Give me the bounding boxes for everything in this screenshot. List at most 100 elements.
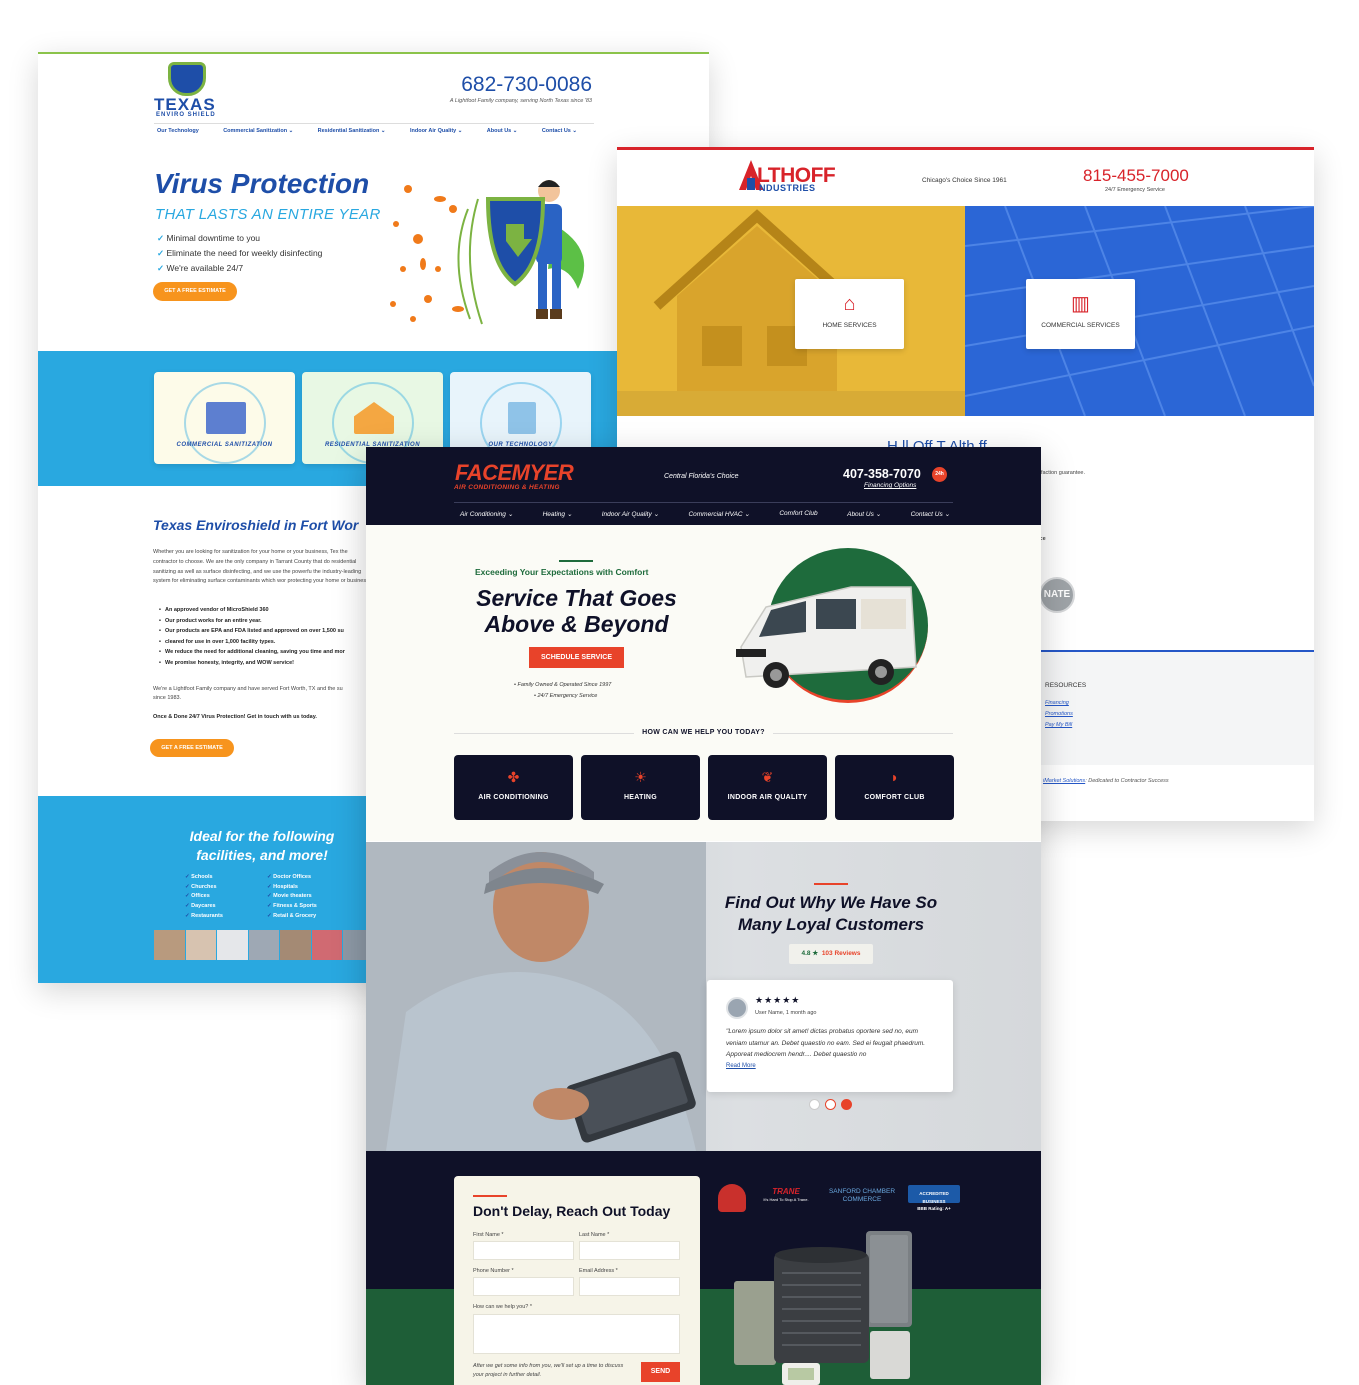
nav-item-heating[interactable]: Heating ⌄ [543, 510, 573, 518]
fact-item: • 24/7 Emergency Service [534, 693, 598, 699]
nav-item-our-technology[interactable]: Our Technology [157, 128, 199, 134]
first-name-label: First Name * [473, 1232, 504, 1238]
last-name-label: Last Name * [579, 1232, 610, 1238]
free-estimate-button[interactable]: GET A FREE ESTIMATE [153, 282, 237, 301]
heating-card[interactable]: ☀ HEATING [581, 755, 700, 820]
message-field[interactable] [473, 1314, 680, 1354]
benefit-item: Our product works for an entire year. [159, 616, 373, 627]
phone-label: Phone Number * [473, 1268, 514, 1274]
logo-sub: ENVIRO SHIELD [156, 112, 216, 118]
check-item: Eliminate the need for weekly disinfecti… [157, 246, 322, 261]
home-services-card[interactable]: ⌂ HOME SERVICES [795, 279, 904, 349]
facility-item: Daycares [185, 902, 223, 912]
form-note: After we get some info from you, we'll s… [473, 1363, 624, 1378]
nav-item-contact[interactable]: Contact Us ⌄ [911, 510, 950, 518]
nav-item-commercial[interactable]: Commercial Sanitization ⌄ [223, 128, 293, 134]
facility-item: Restaurants [185, 912, 223, 922]
facility-item: Doctor Offices [267, 873, 317, 883]
carousel-dot[interactable] [809, 1099, 820, 1110]
facemyer-logo[interactable]: FACEMYER [455, 460, 574, 486]
air-conditioning-card[interactable]: ✤ AIR CONDITIONING [454, 755, 573, 820]
main-nav: Our Technology Commercial Sanitization ⌄… [157, 128, 577, 134]
benefit-item: We reduce the need for additional cleani… [159, 647, 373, 658]
footer-link-pay-bill[interactable]: Pay My Bill [1045, 722, 1072, 728]
indoor-air-quality-card[interactable]: ❦ INDOOR AIR QUALITY [708, 755, 827, 820]
nav-item-indoor-air[interactable]: Indoor Air Quality ⌄ [602, 510, 659, 518]
hvac-equipment-image [734, 1231, 912, 1385]
reviews-title: Find Out Why We Have So Many Loyal Custo… [724, 893, 938, 934]
nav-item-residential[interactable]: Residential Sanitization ⌄ [318, 128, 386, 134]
nav-item-air-conditioning[interactable]: Air Conditioning ⌄ [460, 510, 513, 518]
email-label: Email Address * [579, 1268, 618, 1274]
review-author: User Name, 1 month ago [755, 1010, 817, 1016]
leaf-icon: ❦ [761, 769, 774, 785]
credit-text: : Dedicated to Contractor Success [1085, 778, 1169, 784]
benefit-item: An approved vendor of MicroShield 360 [159, 605, 373, 616]
bbb-badge: ACCREDITED BUSINESS BBB Rating: A+ [908, 1185, 960, 1211]
reviews-accent-rule [814, 883, 848, 885]
comfort-club-card[interactable]: ◗ COMFORT CLUB [835, 755, 954, 820]
nav-item-indoor-air[interactable]: Indoor Air Quality ⌄ [410, 128, 462, 134]
fan-icon: ✤ [507, 769, 520, 785]
credit-link[interactable]: iMarket Solutions [1043, 778, 1085, 784]
review-card: ★★★★★ User Name, 1 month ago "Lorem ipsu… [707, 980, 953, 1092]
commercial-sanitization-card[interactable]: COMMERCIAL SANITIZATION [154, 372, 295, 464]
phone-number[interactable]: 682-730-0086 [448, 73, 592, 97]
footer-link-promotions[interactable]: Promotions [1045, 711, 1073, 717]
emergency-label: 24/7 Emergency Service [1105, 187, 1165, 193]
building-icon: ▥ [1071, 293, 1090, 315]
send-button[interactable]: SEND [641, 1362, 680, 1382]
main-nav: Air Conditioning ⌄ Heating ⌄ Indoor Air … [460, 510, 950, 518]
footer-credit: iMarket Solutions: Dedicated to Contract… [1043, 778, 1169, 784]
carousel-dot[interactable] [825, 1099, 836, 1110]
phone-number[interactable]: 815-455-7000 [1083, 166, 1189, 186]
first-name-field[interactable] [473, 1241, 574, 1260]
company-paragraph: We're a Lightfoot Family company and hav… [153, 685, 368, 703]
contact-form: Don't Delay, Reach Out Today First Name … [454, 1176, 700, 1385]
facemyer-site: FACEMYER AIR CONDITIONING & HEATING Cent… [366, 447, 1041, 1385]
benefit-item-cont: cleared for use in over 1,000 facility t… [159, 637, 373, 648]
benefit-item: Our products are EPA and FDA listed and … [159, 626, 373, 637]
help-heading: HOW CAN WE HELP YOU TODAY? [454, 729, 953, 736]
hero-eyebrow: Exceeding Your Expectations with Comfort [475, 567, 649, 577]
facility-item: Schools [185, 873, 223, 883]
facility-item: Movie theaters [267, 892, 317, 902]
top-accent-rule [965, 147, 1314, 150]
footer-link-financing[interactable]: Financing [1045, 700, 1069, 706]
nav-item-about[interactable]: About Us ⌄ [847, 510, 881, 518]
schedule-service-button[interactable]: SCHEDULE SERVICE [529, 647, 624, 668]
phone-number[interactable]: 407-358-7070 [843, 467, 921, 481]
althoff-logo-sub: NDUSTRIES [759, 183, 816, 193]
header-tagline: Central Florida's Choice [664, 473, 739, 480]
rating-badge[interactable]: 4.8 ★ 103 Reviews [789, 944, 873, 964]
hero-subtitle: THAT LASTS AN ENTIRE YEAR [155, 206, 381, 223]
financing-link[interactable]: Financing Options [864, 482, 916, 489]
free-estimate-button-2[interactable]: GET A FREE ESTIMATE [150, 739, 234, 757]
commercial-services-card[interactable]: ▥ COMMERCIAL SERVICES [1026, 279, 1135, 349]
star-rating-icon: ★★★★★ [755, 996, 801, 1006]
nav-item-comfort-club[interactable]: Comfort Club [779, 510, 817, 518]
carousel-dot-active[interactable] [841, 1099, 852, 1110]
nav-item-contact[interactable]: Contact Us ⌄ [542, 128, 577, 134]
last-name-field[interactable] [579, 1241, 680, 1260]
nav-item-commercial-hvac[interactable]: Commercial HVAC ⌄ [688, 510, 749, 518]
phone-field[interactable] [473, 1277, 574, 1296]
card-label: COMMERCIAL SERVICES [1041, 322, 1120, 329]
facility-item: Hospitals [267, 883, 317, 893]
hero-title: Virus Protection [154, 168, 370, 199]
nav-item-about[interactable]: About Us ⌄ [487, 128, 518, 134]
read-more-link[interactable]: Read More [726, 1063, 756, 1069]
card-label: HEATING [623, 794, 658, 801]
texas-logo[interactable]: TEXAS ENVIRO SHIELD [154, 62, 238, 118]
benefit-item: We promise honesty, integrity, and WOW s… [159, 658, 373, 669]
company-line: since 1983. [153, 695, 182, 701]
email-field[interactable] [579, 1277, 680, 1296]
form-title: Don't Delay, Reach Out Today [473, 1203, 671, 1219]
building-icon [206, 402, 246, 434]
sun-icon: ☀ [634, 769, 647, 785]
trane-badge: TRANE It's Hard To Stop A Trane. [756, 1184, 816, 1212]
building-photo [964, 205, 1314, 417]
form-accent-rule [473, 1195, 507, 1197]
facility-item: Offices [185, 892, 223, 902]
house-photo [617, 206, 965, 416]
